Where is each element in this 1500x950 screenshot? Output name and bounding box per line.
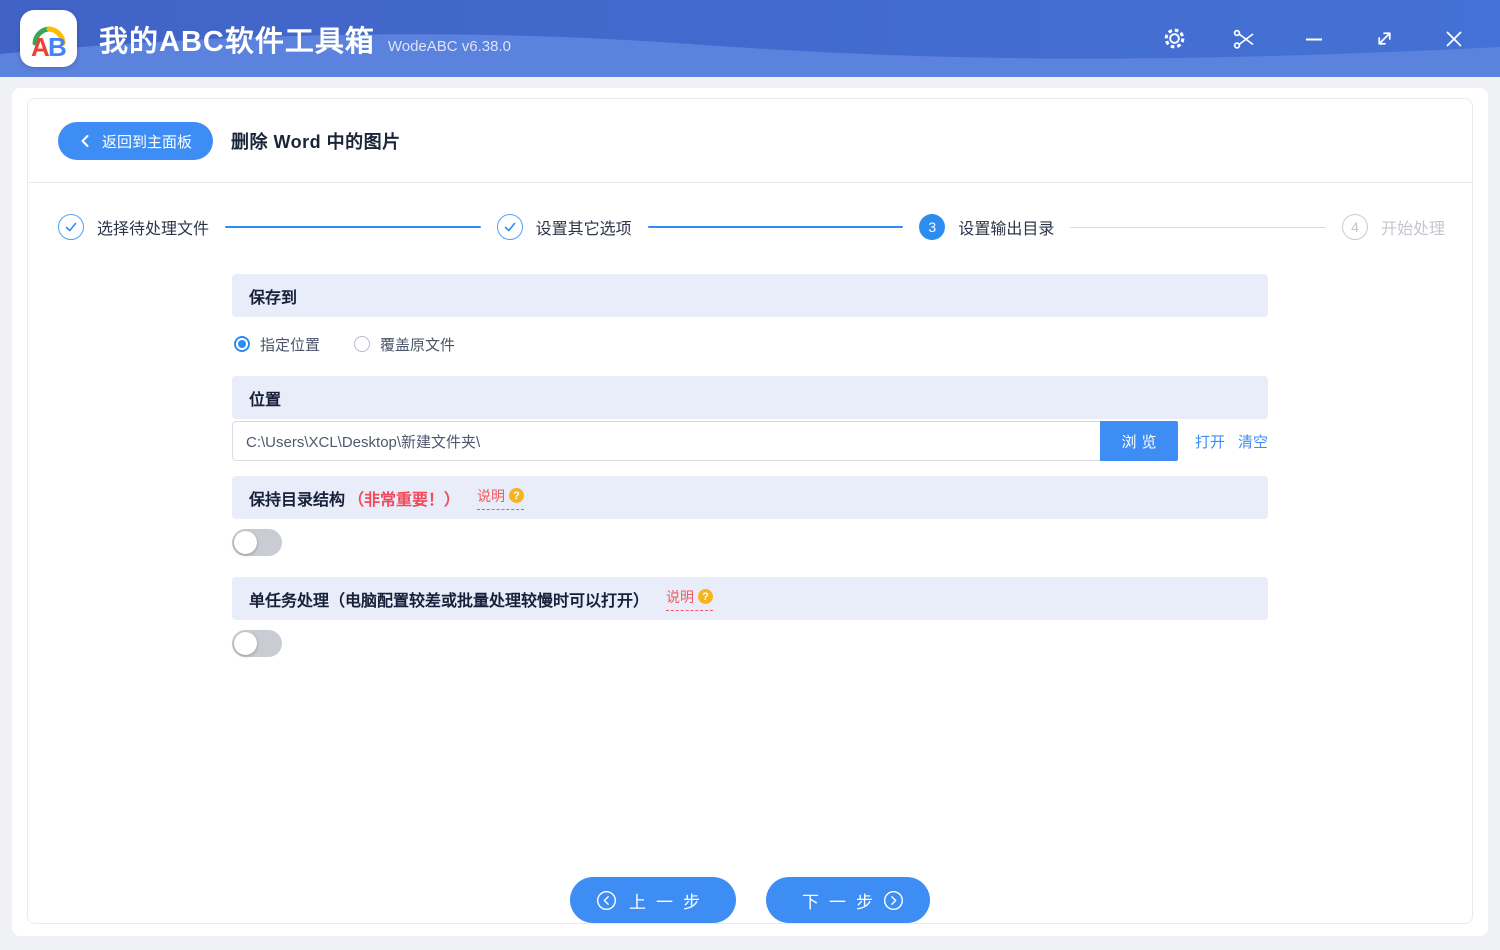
step-content: 保存到 指定位置 覆盖原文件 位置 浏览 打开 xyxy=(232,274,1268,657)
open-folder-link[interactable]: 打开 xyxy=(1195,431,1225,452)
radio-label: 覆盖原文件 xyxy=(380,336,456,354)
circle-arrow-right-icon xyxy=(883,890,904,911)
next-step-button[interactable]: 下一步 xyxy=(766,877,930,923)
close-icon[interactable] xyxy=(1440,25,1468,53)
save-to-options: 指定位置 覆盖原文件 xyxy=(234,332,1268,356)
circle-arrow-left-icon xyxy=(596,890,617,911)
scissors-icon[interactable] xyxy=(1230,25,1258,53)
chevron-left-icon xyxy=(81,135,89,147)
step-done-check-icon xyxy=(496,214,523,240)
step-number-badge: 4 xyxy=(1341,214,1368,240)
keep-structure-section-header: 保持目录结构 （非常重要！） 说明 ? xyxy=(232,476,1268,519)
keep-structure-title: 保持目录结构 xyxy=(249,491,346,509)
radio-specified-location[interactable]: 指定位置 xyxy=(234,334,320,355)
radio-label: 指定位置 xyxy=(260,336,321,354)
radio-unselected-icon xyxy=(354,336,371,352)
radio-overwrite-original[interactable]: 覆盖原文件 xyxy=(354,334,455,355)
step-label: 设置输出目录 xyxy=(958,221,1055,238)
clear-path-link[interactable]: 清空 xyxy=(1238,431,1268,452)
titlebar: A B 我的ABC软件工具箱 WodeABC v6.38.0 xyxy=(0,0,1500,77)
previous-step-label: 上一步 xyxy=(629,892,710,912)
app-title: 我的ABC软件工具箱 xyxy=(99,25,375,58)
wizard-footer: 上一步 下一步 xyxy=(28,877,1472,923)
settings-gear-icon[interactable] xyxy=(1160,25,1188,53)
minimize-icon[interactable] xyxy=(1300,25,1328,53)
location-title: 位置 xyxy=(249,391,282,409)
help-label: 说明 xyxy=(477,487,506,504)
previous-step-button[interactable]: 上一步 xyxy=(570,877,736,923)
single-task-title: 单任务处理（电脑配置较差或批量处理较慢时可以打开） xyxy=(249,592,650,610)
location-links: 打开 清空 xyxy=(1195,431,1268,452)
single-task-toggle[interactable] xyxy=(232,630,282,657)
stepper-connector xyxy=(647,226,904,228)
step-label: 设置其它选项 xyxy=(535,221,632,238)
window-controls xyxy=(1160,25,1478,53)
app-logo: A B xyxy=(20,10,77,67)
back-button-label: 返回到主面板 xyxy=(102,133,193,151)
page-title: 删除 Word 中的图片 xyxy=(231,132,401,152)
step-other-options: 设置其它选项 xyxy=(496,214,632,240)
radio-selected-icon xyxy=(234,336,250,352)
step-number-badge: 3 xyxy=(919,214,946,240)
stepper-connector xyxy=(225,226,481,228)
step-select-files: 选择待处理文件 xyxy=(58,214,209,240)
main-card: 返回到主面板 删除 Word 中的图片 选择待处理文件 设置其它选项 3 设置输… xyxy=(12,88,1488,936)
step-label: 开始处理 xyxy=(1380,221,1445,238)
tool-panel: 返回到主面板 删除 Word 中的图片 选择待处理文件 设置其它选项 3 设置输… xyxy=(27,98,1473,924)
step-start-processing: 4 开始处理 xyxy=(1341,214,1445,240)
step-output-directory: 3 设置输出目录 xyxy=(919,214,1054,240)
step-done-check-icon xyxy=(58,214,84,240)
save-to-section-header: 保存到 xyxy=(232,274,1268,317)
stepper-connector xyxy=(1070,226,1326,228)
step-label: 选择待处理文件 xyxy=(97,221,210,238)
question-mark-icon: ? xyxy=(509,488,525,503)
single-task-section-header: 单任务处理（电脑配置较差或批量处理较慢时可以打开） 说明 ? xyxy=(232,577,1268,620)
next-step-label: 下一步 xyxy=(802,892,883,912)
app-version: WodeABC v6.38.0 xyxy=(387,38,511,55)
wizard-stepper: 选择待处理文件 设置其它选项 3 设置输出目录 4 开始处理 xyxy=(58,214,1445,240)
panel-header: 返回到主面板 删除 Word 中的图片 xyxy=(28,99,1472,183)
single-task-help-link[interactable]: 说明 ? xyxy=(666,587,714,611)
svg-text:B: B xyxy=(48,32,67,60)
toggle-knob xyxy=(234,531,257,554)
help-label: 说明 xyxy=(666,588,695,605)
browse-button[interactable]: 浏览 xyxy=(1099,421,1178,461)
save-to-title: 保存到 xyxy=(249,289,298,307)
keep-structure-help-link[interactable]: 说明 ? xyxy=(477,486,525,510)
location-input-row: 浏览 打开 清空 xyxy=(232,421,1268,461)
output-path-input[interactable] xyxy=(232,421,1100,461)
back-to-dashboard-button[interactable]: 返回到主面板 xyxy=(58,122,214,160)
location-section-header: 位置 xyxy=(232,376,1268,419)
toggle-knob xyxy=(234,632,257,655)
maximize-icon[interactable] xyxy=(1370,25,1398,53)
important-note: （非常重要！） xyxy=(348,491,461,509)
question-mark-icon: ? xyxy=(698,589,714,604)
ab-logo-icon: A B xyxy=(31,26,67,60)
keep-structure-toggle[interactable] xyxy=(232,529,282,556)
